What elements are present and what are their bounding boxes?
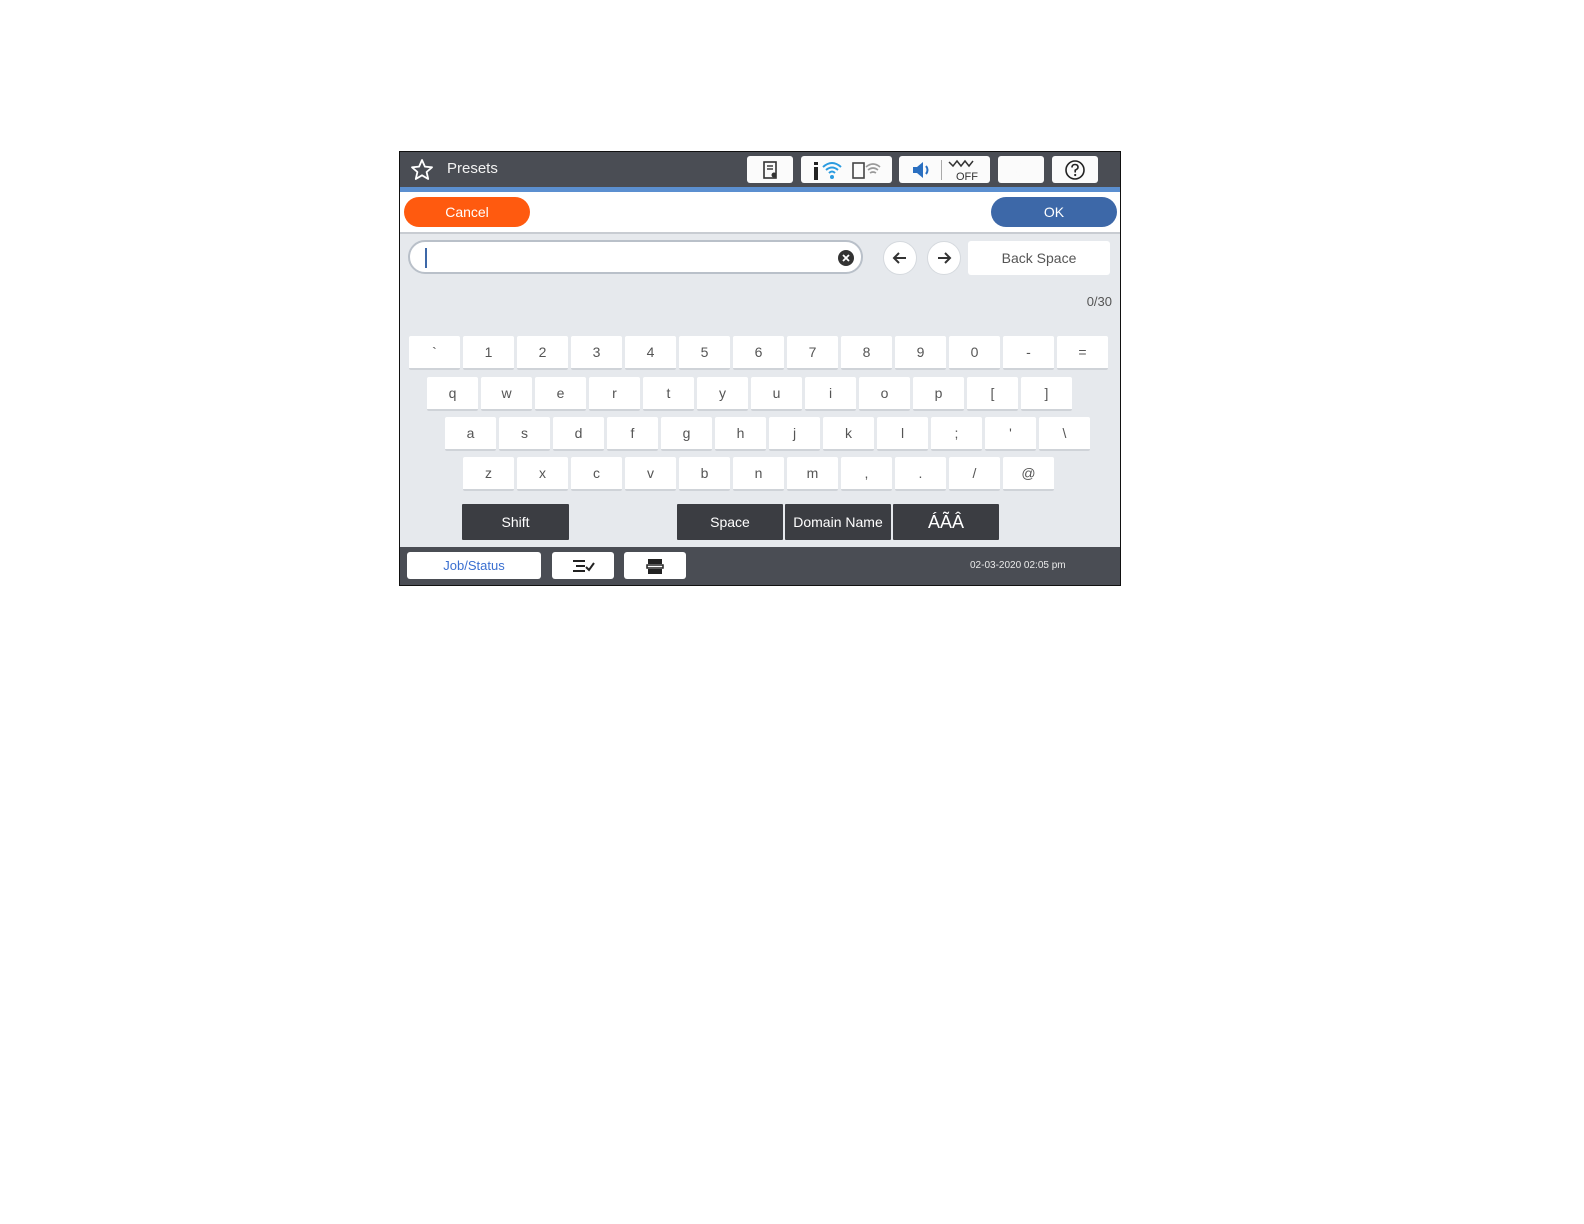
- star-icon: [411, 159, 433, 180]
- text-cursor: [425, 248, 427, 268]
- keyboard-key[interactable]: ,: [841, 457, 892, 491]
- back-space-button[interactable]: Back Space: [968, 241, 1110, 275]
- help-button[interactable]: [1052, 156, 1098, 183]
- keyboard-key[interactable]: @: [1003, 457, 1054, 491]
- job-status-button[interactable]: Job/Status: [407, 552, 541, 579]
- network-status-button[interactable]: [801, 156, 892, 183]
- keyboard-key[interactable]: o: [859, 377, 910, 411]
- header-bar: Presets OFF: [400, 152, 1120, 187]
- keyboard-key[interactable]: .: [895, 457, 946, 491]
- clear-icon[interactable]: [837, 249, 855, 267]
- memory-card-button[interactable]: [747, 156, 793, 183]
- sleep-moon-icon: [1016, 162, 1023, 177]
- printer-icon: [646, 558, 664, 574]
- keyboard-key[interactable]: [: [967, 377, 1018, 411]
- printer-panel: Presets OFF Cancel OK Back Space 0/30 ` …: [399, 151, 1121, 586]
- keyboard-key[interactable]: 6: [733, 336, 784, 370]
- sound-fax-button[interactable]: OFF: [899, 156, 990, 183]
- character-counter: 0/30: [1086, 294, 1112, 309]
- keyboard-key[interactable]: -: [1003, 336, 1054, 370]
- keyboard-key[interactable]: m: [787, 457, 838, 491]
- keyboard-key[interactable]: k: [823, 417, 874, 451]
- fax-off-icon: OFF: [948, 159, 978, 182]
- keyboard-key[interactable]: u: [751, 377, 802, 411]
- keyboard-key[interactable]: 3: [571, 336, 622, 370]
- keyboard-key[interactable]: x: [517, 457, 568, 491]
- keyboard-key[interactable]: q: [427, 377, 478, 411]
- job-list-icon: [573, 559, 595, 572]
- wifi-icon: [813, 161, 842, 180]
- arrow-right-icon: [938, 252, 952, 264]
- keyboard-key[interactable]: d: [553, 417, 604, 451]
- accent-characters-key[interactable]: ÁÃÂ: [893, 504, 999, 540]
- keyboard-key[interactable]: v: [625, 457, 676, 491]
- domain-name-key[interactable]: Domain Name: [785, 504, 891, 540]
- keyboard-key[interactable]: p: [913, 377, 964, 411]
- cursor-left-button[interactable]: [883, 241, 917, 275]
- keyboard-key[interactable]: g: [661, 417, 712, 451]
- keyboard-key[interactable]: ': [985, 417, 1036, 451]
- keyboard-key[interactable]: 5: [679, 336, 730, 370]
- keyboard-key[interactable]: r: [589, 377, 640, 411]
- keyboard-key[interactable]: 9: [895, 336, 946, 370]
- wifi-direct-icon: [851, 161, 881, 179]
- keyboard-key[interactable]: n: [733, 457, 784, 491]
- keyboard-key[interactable]: h: [715, 417, 766, 451]
- ok-button[interactable]: OK: [991, 197, 1117, 227]
- keyboard-key[interactable]: c: [571, 457, 622, 491]
- keyboard-key[interactable]: 0: [949, 336, 1000, 370]
- keyboard-key[interactable]: j: [769, 417, 820, 451]
- keyboard-key[interactable]: a: [445, 417, 496, 451]
- memory-card-icon: [763, 160, 777, 179]
- footer-bar: Job/Status 02-03-2020 02:05 pm: [400, 547, 1120, 585]
- speaker-icon: [913, 161, 929, 178]
- cursor-right-button[interactable]: [927, 241, 961, 275]
- cancel-button[interactable]: Cancel: [404, 197, 530, 227]
- keyboard-key[interactable]: 2: [517, 336, 568, 370]
- keyboard-key[interactable]: 4: [625, 336, 676, 370]
- keyboard-key[interactable]: f: [607, 417, 658, 451]
- keyboard-key[interactable]: i: [805, 377, 856, 411]
- svg-text:OFF: OFF: [956, 171, 978, 182]
- action-bar: Cancel OK: [400, 192, 1120, 234]
- keyboard-key[interactable]: `: [409, 336, 460, 370]
- page-title: Presets: [447, 160, 498, 177]
- keyboard-key[interactable]: =: [1057, 336, 1108, 370]
- keyboard-key[interactable]: b: [679, 457, 730, 491]
- keyboard-key[interactable]: 1: [463, 336, 514, 370]
- keyboard-key[interactable]: e: [535, 377, 586, 411]
- keyboard-key[interactable]: s: [499, 417, 550, 451]
- printer-status-button[interactable]: [624, 552, 686, 579]
- shift-key[interactable]: Shift: [462, 504, 569, 540]
- job-list-button[interactable]: [552, 552, 614, 579]
- keyboard-key[interactable]: y: [697, 377, 748, 411]
- keyboard-key[interactable]: 8: [841, 336, 892, 370]
- date-time: 02-03-2020 02:05 pm: [970, 560, 1066, 571]
- keyboard-key[interactable]: l: [877, 417, 928, 451]
- arrow-left-icon: [892, 252, 906, 264]
- keyboard-key[interactable]: ;: [931, 417, 982, 451]
- text-input-field[interactable]: [408, 240, 863, 274]
- help-icon: [1065, 159, 1085, 180]
- keyboard-key[interactable]: 7: [787, 336, 838, 370]
- keyboard-key[interactable]: /: [949, 457, 1000, 491]
- keyboard-key[interactable]: ]: [1021, 377, 1072, 411]
- keyboard-key[interactable]: z: [463, 457, 514, 491]
- sleep-button[interactable]: [998, 156, 1044, 183]
- keyboard-key[interactable]: w: [481, 377, 532, 411]
- keyboard-key[interactable]: \: [1039, 417, 1090, 451]
- keyboard-key[interactable]: t: [643, 377, 694, 411]
- space-key[interactable]: Space: [677, 504, 783, 540]
